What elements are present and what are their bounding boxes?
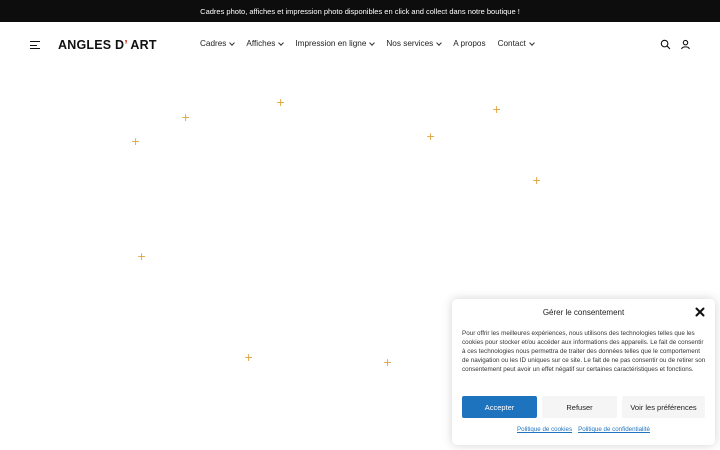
close-icon[interactable] [695,307,705,317]
site-logo[interactable]: ANGLES D’ ART [58,38,157,52]
sparkle-icon: + [532,174,542,187]
nav-item-cadres[interactable]: Cadres [200,39,236,48]
announcement-text: Cadres photo, affiches et impression pho… [200,6,520,16]
consent-title: Gérer le consentement [542,308,625,317]
nav-item-impression[interactable]: Impression en ligne [295,39,376,48]
sparkle-icon: + [276,96,286,109]
policy-links: Politique de cookies Politique de confid… [452,426,715,433]
site-header: ANGLES D’ ART Cadres Affiches Impression… [0,22,720,68]
sparkle-icon: + [244,351,254,364]
preferences-button[interactable]: Voir les préférences [622,396,705,418]
search-icon[interactable] [660,39,671,50]
chevron-down-icon [528,39,535,46]
sparkle-icon: + [181,111,191,124]
user-icon[interactable] [680,39,691,50]
chevron-down-icon [436,39,443,46]
chevron-down-icon [369,39,376,46]
main-nav: Cadres Affiches Impression en ligne Nos … [200,39,546,48]
sparkle-icon: + [383,356,393,369]
menu-icon[interactable] [30,41,40,50]
cookie-consent-dialog: Gérer le consentement Pour offrir les me… [452,299,715,445]
sparkle-icon: + [137,250,147,263]
consent-text: Pour offrir les meilleures expériences, … [462,330,706,373]
nav-item-services[interactable]: Nos services [386,39,443,48]
refuse-button[interactable]: Refuser [542,396,617,418]
chevron-down-icon [278,39,285,46]
announcement-bar: Cadres photo, affiches et impression pho… [0,0,720,22]
sparkle-icon: + [492,103,502,116]
sparkle-icon: + [426,130,436,143]
privacy-policy-link[interactable]: Politique de confidentialité [578,426,650,433]
nav-item-apropos[interactable]: A propos [453,39,485,48]
cookie-policy-link[interactable]: Politique de cookies [517,426,572,433]
chevron-down-icon [229,39,236,46]
accept-button[interactable]: Accepter [462,396,537,418]
sparkle-icon: + [131,135,141,148]
nav-item-contact[interactable]: Contact [498,39,535,48]
nav-item-affiches[interactable]: Affiches [246,39,285,48]
